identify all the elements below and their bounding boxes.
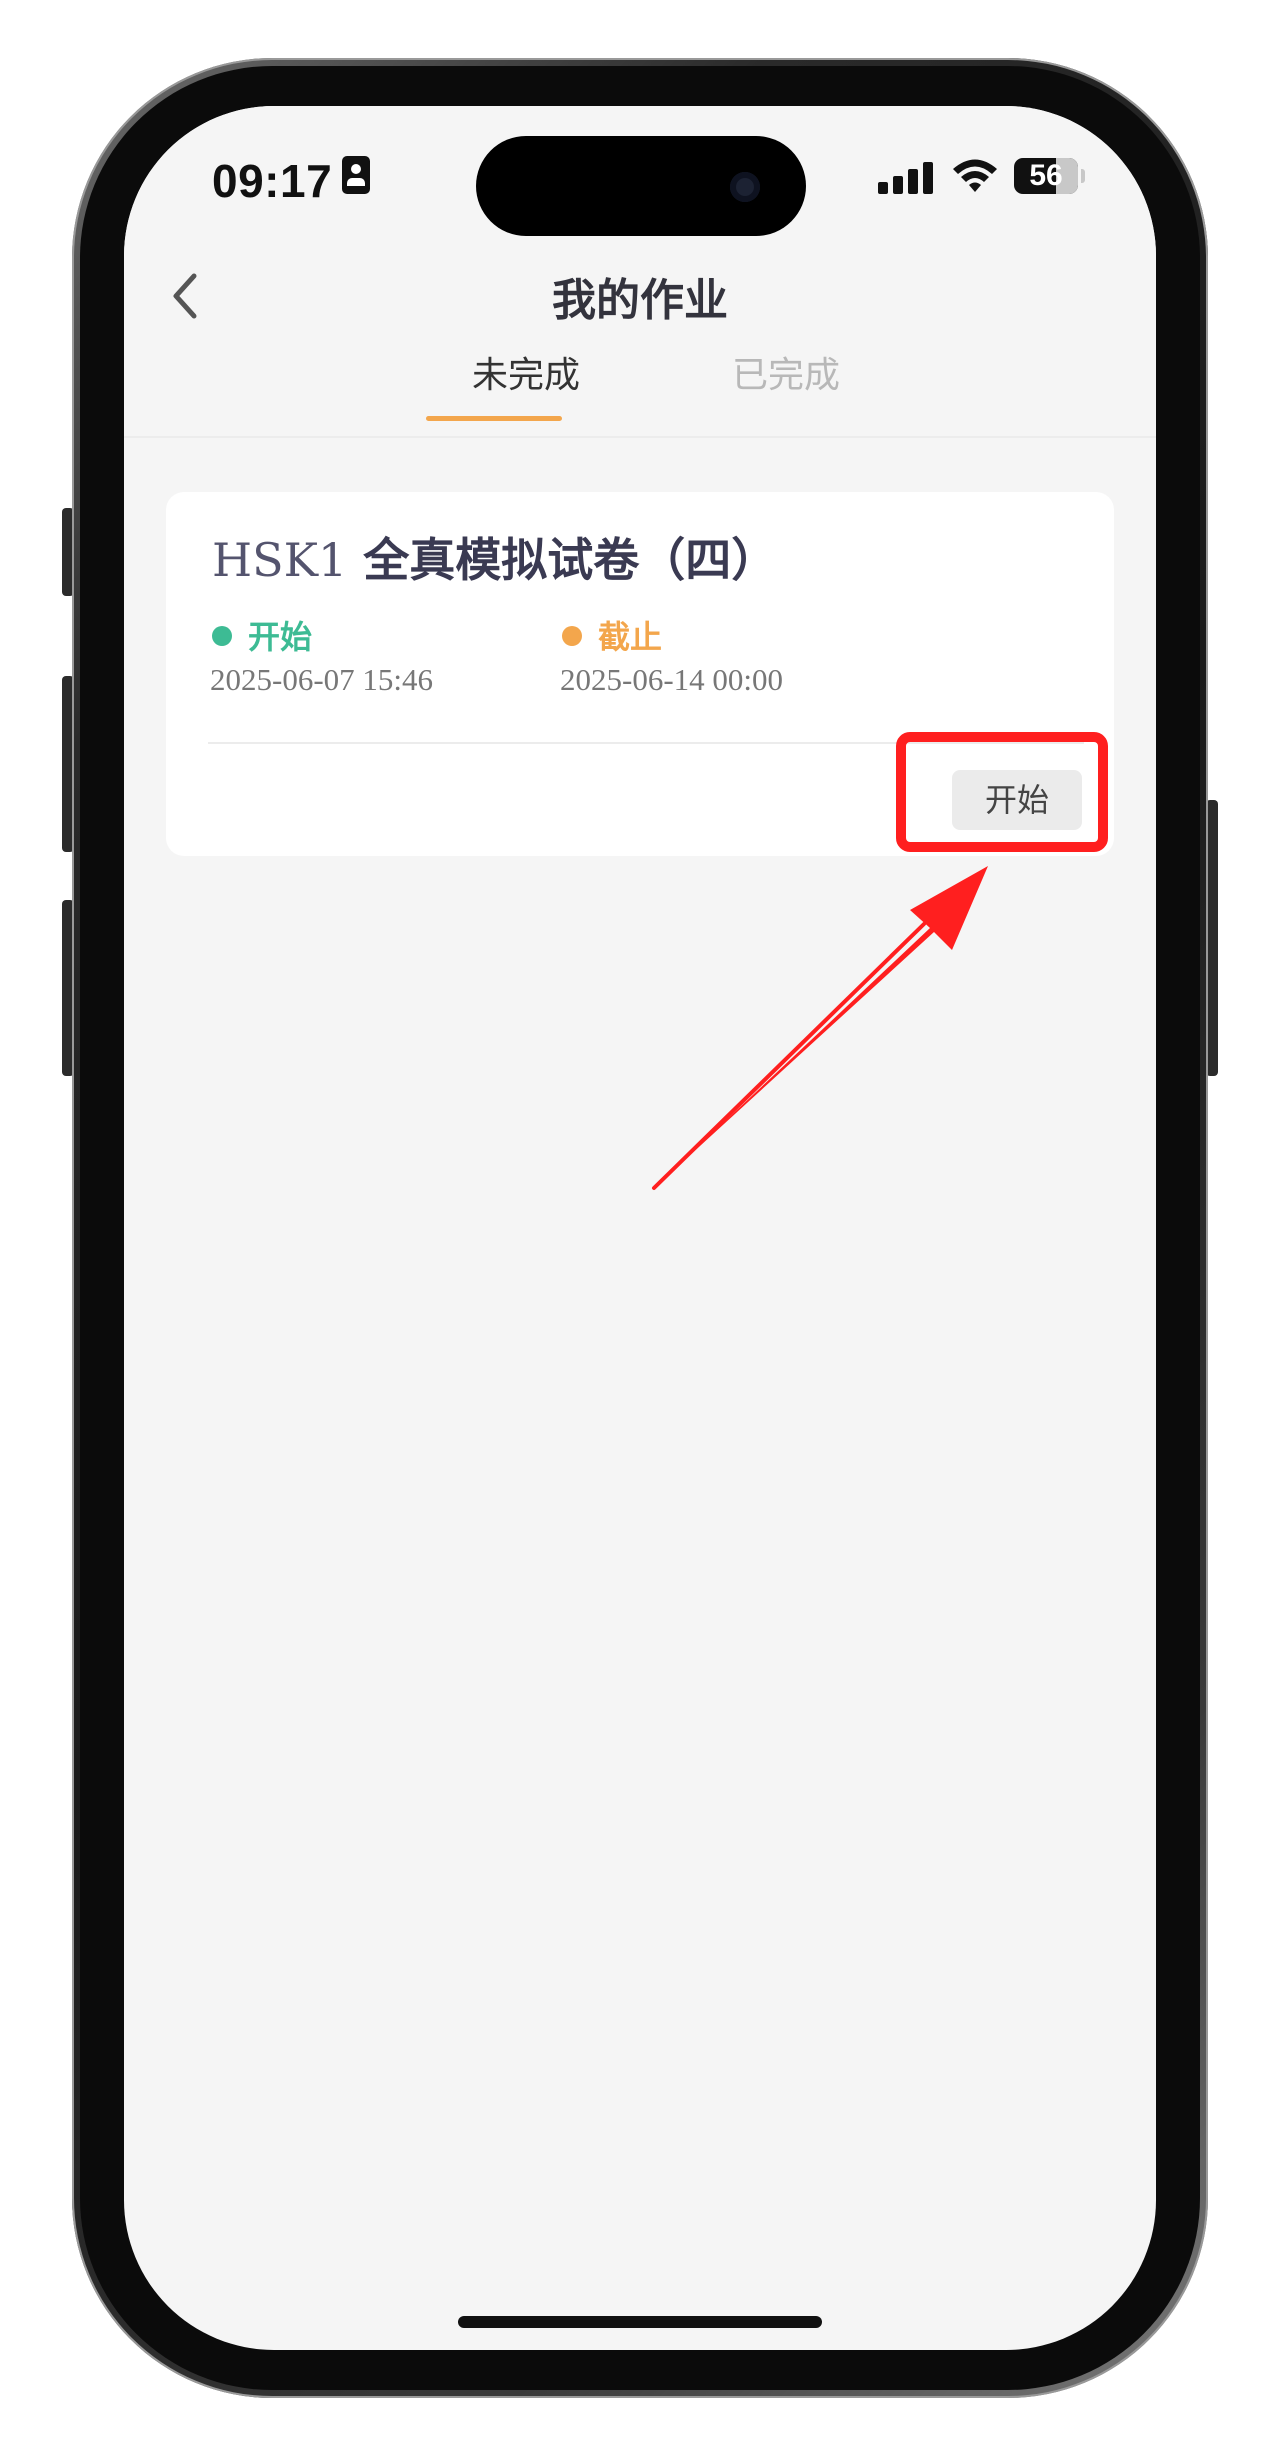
tab-bar: 未完成 已完成	[124, 346, 1156, 426]
annotation-highlight-box	[896, 732, 1108, 852]
wifi-icon	[953, 159, 997, 192]
tab-completed[interactable]: 已完成	[696, 346, 876, 406]
deadline-label: 截止	[598, 618, 663, 656]
screenshot-stage: 09:17 56 我的作业 未完成 已完成 HSK1 全真模拟试卷（四） 开始 …	[0, 0, 1280, 2455]
deadline-date: 2025-06-14 00:00	[560, 662, 784, 697]
cellular-signal-icon	[878, 162, 934, 194]
start-status-dot	[212, 626, 232, 646]
page-title: 我的作业	[552, 275, 728, 326]
assignment-title: HSK1 全真模拟试卷（四）	[212, 524, 777, 590]
camera-icon	[730, 172, 760, 202]
phone-screen: 09:17 56 我的作业 未完成 已完成 HSK1 全真模拟试卷（四） 开始 …	[124, 106, 1156, 2350]
assignment-title-prefix: HSK1	[212, 533, 348, 587]
start-date: 2025-06-07 15:46	[210, 662, 434, 697]
status-time: 09:17	[212, 155, 333, 207]
battery-cap	[1081, 169, 1085, 183]
dynamic-island	[476, 136, 806, 236]
start-label: 开始	[248, 618, 313, 656]
home-indicator	[458, 2316, 822, 2328]
active-tab-indicator	[426, 416, 562, 421]
contact-card-icon	[342, 156, 370, 194]
battery-level: 56	[1029, 159, 1063, 192]
assignment-title-text: 全真模拟试卷（四）	[363, 533, 778, 587]
deadline-status-dot	[562, 626, 582, 646]
tabs-divider	[124, 436, 1156, 438]
battery-icon: 56	[1014, 158, 1078, 194]
tab-incomplete[interactable]: 未完成	[436, 346, 616, 406]
